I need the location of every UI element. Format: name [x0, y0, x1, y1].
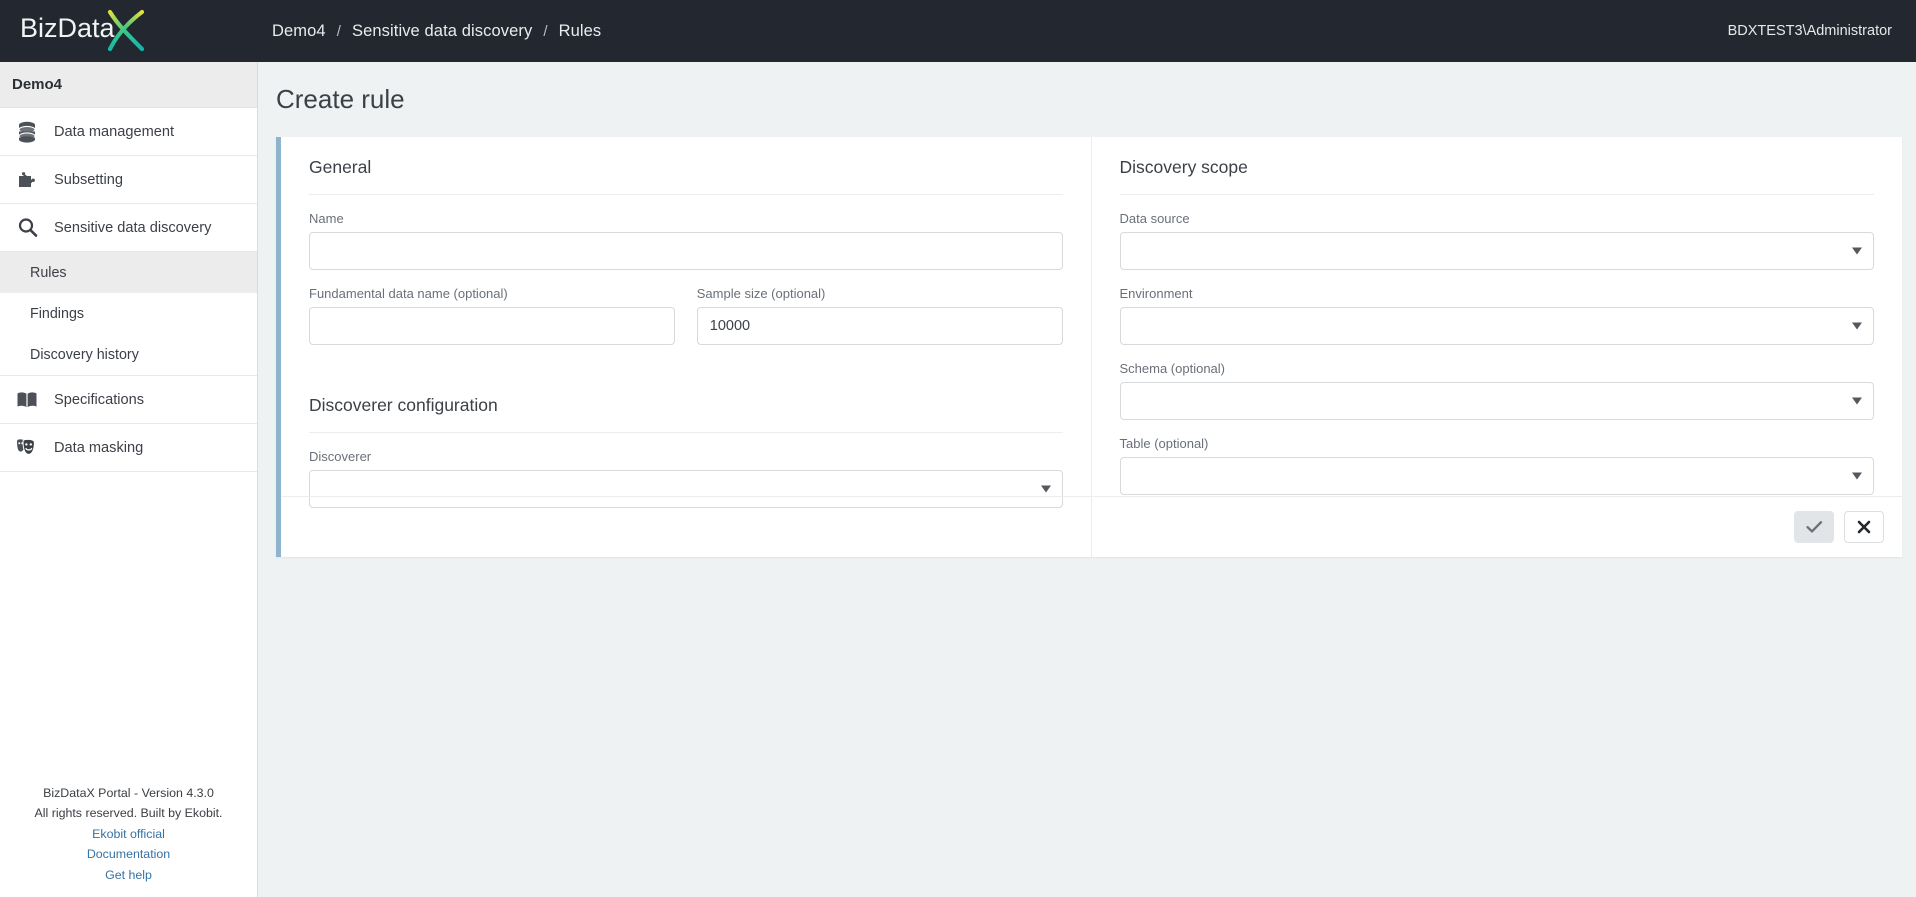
field-schema: Schema (optional) [1119, 361, 1874, 420]
bizdatax-logo-icon: BizData [20, 9, 145, 52]
main-content: Create rule General Name Fundamental dat… [258, 62, 1916, 897]
save-button[interactable] [1794, 511, 1834, 543]
field-environment: Environment [1119, 286, 1874, 345]
sidebar-item-label: Specifications [54, 391, 145, 408]
sidebar-item-label: Subsetting [54, 171, 123, 188]
sidebar-item-discovery-history[interactable]: Discovery history [0, 334, 257, 375]
field-label-name: Name [309, 211, 344, 226]
field-label-data-source: Data source [1119, 211, 1190, 226]
discoverer-select[interactable] [309, 470, 1063, 508]
sidebar-item-label: Sensitive data discovery [54, 219, 212, 236]
section-title-discovery-scope: Discovery scope [1119, 137, 1874, 195]
breadcrumb-item-page[interactable]: Rules [559, 22, 602, 41]
field-data-source: Data source [1119, 211, 1874, 270]
svg-text:BizData: BizData [20, 13, 116, 43]
field-label-fundamental-data-name: Fundamental data name (optional) [309, 286, 508, 301]
schema-select[interactable] [1119, 382, 1874, 420]
field-label-table: Table (optional) [1119, 436, 1209, 451]
section-title-discoverer-configuration: Discoverer configuration [309, 375, 1063, 433]
breadcrumb-separator: / [543, 22, 548, 40]
field-sample-size: Sample size (optional) [696, 286, 1063, 345]
field-name: Name [309, 211, 1063, 270]
card-divider [281, 496, 1902, 497]
general-second-row: Fundamental data name (optional) Sample … [309, 286, 1063, 345]
data-source-select-wrap [1119, 232, 1874, 270]
sidebar-subitem-label: Findings [30, 305, 85, 322]
top-bar: BizData Demo4 / Sensitive data discovery… [0, 0, 1916, 62]
field-label-environment: Environment [1119, 286, 1193, 301]
table-select-wrap [1119, 457, 1874, 495]
sidebar-item-data-masking[interactable]: Data masking [0, 424, 257, 472]
footer-rights: All rights reserved. Built by Ekobit. [34, 806, 223, 820]
general-column: General Name Fundamental data name (opti… [281, 137, 1092, 557]
breadcrumb-separator: / [336, 22, 341, 40]
field-discoverer: Discoverer [309, 449, 1063, 508]
name-input[interactable] [309, 232, 1063, 270]
cancel-button[interactable] [1844, 511, 1884, 543]
field-label-discoverer: Discoverer [309, 449, 372, 464]
sidebar-item-findings[interactable]: Findings [0, 293, 257, 334]
section-title-general: General [309, 137, 1063, 195]
footer-link-documentation[interactable]: Documentation [0, 844, 257, 865]
data-source-select[interactable] [1119, 232, 1874, 270]
footer-link-ekobit-official[interactable]: Ekobit official [0, 824, 257, 845]
table-select[interactable] [1119, 457, 1874, 495]
discovery-scope-column: Discovery scope Data source Environment … [1092, 137, 1903, 557]
sidebar-item-specifications[interactable]: Specifications [0, 376, 257, 424]
check-icon [1805, 521, 1822, 533]
database-icon [14, 119, 40, 145]
sidebar-item-subsetting[interactable]: Subsetting [0, 156, 257, 204]
footer-link-get-help[interactable]: Get help [0, 865, 257, 886]
discoverer-select-wrap [309, 470, 1063, 508]
sidebar-project-header: Demo4 [0, 62, 257, 108]
sidebar-item-label: Data masking [54, 439, 144, 456]
field-table: Table (optional) [1119, 436, 1874, 495]
theater-masks-icon [14, 435, 40, 461]
create-rule-card: General Name Fundamental data name (opti… [276, 137, 1902, 557]
sidebar-item-sensitive-data-discovery[interactable]: Sensitive data discovery [0, 204, 257, 252]
field-label-schema: Schema (optional) [1119, 361, 1226, 376]
sidebar-subitem-label: Rules [30, 264, 67, 281]
sidebar-item-rules[interactable]: Rules [0, 252, 257, 293]
fundamental-data-name-input[interactable] [309, 307, 675, 345]
app-logo[interactable]: BizData [0, 0, 258, 62]
sidebar-subitems: Rules Findings Discovery history [0, 252, 257, 376]
book-icon [14, 387, 40, 413]
sidebar-item-label: Data management [54, 123, 175, 140]
page-title: Create rule [276, 84, 405, 114]
breadcrumb: Demo4 / Sensitive data discovery / Rules [258, 22, 601, 41]
breadcrumb-item-section[interactable]: Sensitive data discovery [352, 22, 532, 41]
environment-select[interactable] [1119, 307, 1874, 345]
sidebar-subitem-label: Discovery history [30, 346, 139, 363]
sidebar-footer: BizDataX Portal - Version 4.3.0 All righ… [0, 783, 257, 897]
current-user-label[interactable]: BDXTEST3\Administrator [1728, 23, 1916, 39]
footer-version: BizDataX Portal - Version 4.3.0 [43, 785, 214, 800]
sample-size-input[interactable] [696, 307, 1063, 345]
schema-select-wrap [1119, 382, 1874, 420]
environment-select-wrap [1119, 307, 1874, 345]
breadcrumb-item-project[interactable]: Demo4 [272, 22, 326, 41]
sidebar-item-data-management[interactable]: Data management [0, 108, 257, 156]
magnifier-icon [14, 215, 40, 241]
field-label-sample-size: Sample size (optional) [696, 286, 826, 301]
close-icon [1857, 520, 1871, 534]
field-fundamental-data-name: Fundamental data name (optional) [309, 286, 675, 345]
puzzle-piece-icon [14, 167, 40, 193]
card-action-buttons [1794, 511, 1884, 543]
sidebar: Demo4 Data management Subsetting Sensiti… [0, 62, 258, 897]
